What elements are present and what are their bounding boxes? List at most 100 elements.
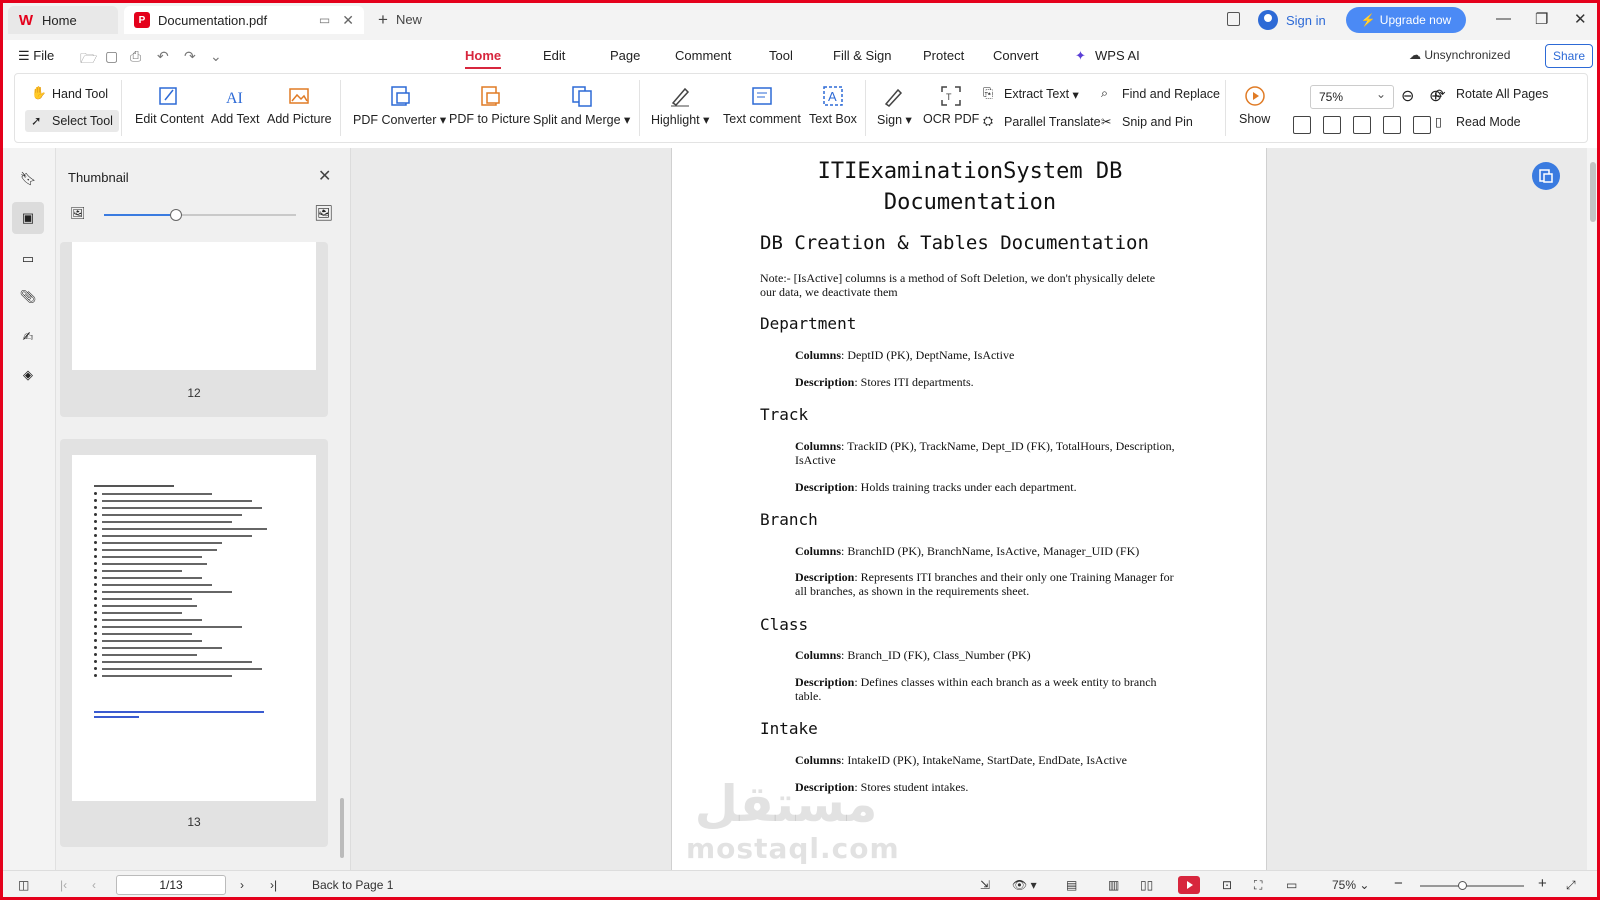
- panel-scrollbar[interactable]: [340, 798, 344, 858]
- full-screen-icon[interactable]: ▭: [1286, 878, 1297, 892]
- pdf-converter-button[interactable]: PDF Converter ▾: [353, 84, 446, 127]
- tab-convert[interactable]: Convert: [993, 48, 1039, 63]
- document-tab[interactable]: P Documentation.pdf ▭ ✕: [124, 6, 364, 34]
- print-icon[interactable]: ⎙: [130, 48, 141, 65]
- layers-icon[interactable]: ◈: [17, 364, 39, 386]
- thumbnail-page-12[interactable]: 12: [60, 242, 328, 417]
- bookmark-icon[interactable]: 🔖︎: [17, 168, 39, 190]
- open-folder-icon[interactable]: 🗁: [80, 48, 97, 72]
- highlight-button[interactable]: Highlight ▾: [651, 84, 709, 127]
- expand-icon[interactable]: ⤢: [1566, 878, 1576, 893]
- layout-icon[interactable]: [1227, 12, 1240, 26]
- small-thumbnail-icon[interactable]: 🖼︎: [70, 206, 85, 220]
- extract-text-button[interactable]: ⎘ Extract Text ▾: [983, 86, 1079, 102]
- split-merge-button[interactable]: Split and Merge ▾: [533, 84, 630, 127]
- table-heading: Class: [760, 615, 809, 634]
- tab-edit[interactable]: Edit: [543, 48, 565, 63]
- floating-translate-icon[interactable]: [1532, 162, 1560, 190]
- continuous-page-icon[interactable]: ▥: [1108, 878, 1119, 892]
- restore-icon[interactable]: ❐: [1535, 10, 1548, 28]
- show-button[interactable]: Show: [1239, 84, 1270, 126]
- thumbnail-page-13[interactable]: 13: [60, 439, 328, 847]
- close-panel-icon[interactable]: ✕: [318, 166, 331, 186]
- signature-icon[interactable]: ✍︎: [17, 326, 39, 348]
- minimize-icon[interactable]: —: [1496, 10, 1511, 27]
- unsync-status[interactable]: ☁ Unsynchronized: [1409, 48, 1510, 62]
- single-page-icon[interactable]: ▤: [1066, 878, 1077, 892]
- add-text-button[interactable]: AI Add Text: [211, 84, 259, 126]
- save-icon[interactable]: ▢: [105, 48, 118, 65]
- parallel-translate-label: Parallel Translate: [1004, 115, 1101, 129]
- undo-icon[interactable]: ↶: [157, 48, 169, 65]
- slider-knob[interactable]: [170, 209, 182, 221]
- text-box-button[interactable]: A Text Box: [809, 84, 857, 126]
- preview-line: [94, 646, 222, 649]
- hand-tool-button[interactable]: ✋ Hand Tool: [31, 86, 108, 102]
- pdf-to-picture-button[interactable]: PDF to Picture: [449, 84, 530, 126]
- edit-content-button[interactable]: Edit Content: [135, 84, 204, 126]
- zoom-slider[interactable]: [1420, 881, 1524, 890]
- tab-fill-sign[interactable]: Fill & Sign: [833, 48, 892, 63]
- parallel-translate-button[interactable]: ⛭ Parallel Translate: [983, 114, 1101, 130]
- close-window-icon[interactable]: ✕: [1574, 10, 1587, 28]
- close-tab-icon[interactable]: ✕: [342, 12, 354, 29]
- first-page-icon[interactable]: |‹: [60, 878, 67, 892]
- zoom-select[interactable]: 75%: [1310, 85, 1394, 109]
- snip-pin-button[interactable]: ✂ Snip and Pin: [1101, 114, 1193, 130]
- toggle-sidebar-icon[interactable]: ◫: [18, 878, 29, 892]
- sign-button[interactable]: Sign ▾: [877, 84, 912, 127]
- window-mode-icon[interactable]: ▭: [319, 13, 330, 27]
- actual-size-icon[interactable]: [1293, 116, 1311, 134]
- status-zoom[interactable]: 75% ⌄: [1332, 878, 1369, 892]
- find-replace-button[interactable]: ⌕ Find and Replace: [1101, 86, 1220, 102]
- scrollbar-thumb[interactable]: [1590, 162, 1596, 222]
- fit-width-status-icon[interactable]: ⊡: [1222, 878, 1232, 892]
- tab-page[interactable]: Page: [610, 48, 640, 63]
- text-comment-button[interactable]: Text comment: [723, 84, 801, 126]
- tab-tool[interactable]: Tool: [769, 48, 793, 63]
- attachment-icon[interactable]: 📎︎: [17, 286, 39, 308]
- zoom-out-status-icon[interactable]: −: [1394, 875, 1403, 892]
- two-page-icon[interactable]: ▯▯: [1140, 878, 1153, 892]
- fit-width-icon[interactable]: [1353, 116, 1371, 134]
- back-to-page-link[interactable]: Back to Page 1: [312, 878, 393, 892]
- thumbnail-size-slider[interactable]: [104, 209, 296, 221]
- new-tab-button[interactable]: + New: [378, 10, 422, 30]
- more-chevron-icon[interactable]: ⌄: [210, 48, 222, 65]
- eye-protect-icon[interactable]: 👁︎ ▾: [1012, 878, 1037, 892]
- tab-wps-ai[interactable]: WPS AI: [1095, 48, 1140, 63]
- rotate-all-button[interactable]: ⟳ Rotate All Pages: [1435, 86, 1548, 102]
- large-thumbnail-icon[interactable]: 🖼︎: [314, 204, 333, 222]
- fit-page-icon[interactable]: [1323, 116, 1341, 134]
- tab-protect[interactable]: Protect: [923, 48, 964, 63]
- add-picture-button[interactable]: Add Picture: [267, 84, 332, 126]
- home-tab-label: Home: [42, 12, 77, 28]
- fit-page-status-icon[interactable]: ⛶: [1254, 878, 1262, 893]
- zoom-out-icon[interactable]: ⊖: [1401, 86, 1414, 106]
- page-number-input[interactable]: 1/13: [116, 875, 226, 895]
- zoom-slider-knob[interactable]: [1458, 881, 1467, 890]
- upgrade-button[interactable]: ⚡ Upgrade now: [1346, 7, 1466, 33]
- last-page-icon[interactable]: ›|: [270, 878, 277, 892]
- play-slideshow-icon[interactable]: [1178, 876, 1200, 894]
- rotate-right-icon[interactable]: [1413, 116, 1431, 134]
- file-menu[interactable]: ☰ File: [18, 48, 54, 64]
- home-tab[interactable]: W Home: [8, 6, 118, 34]
- export-icon[interactable]: ⇲: [980, 878, 990, 892]
- comment-icon[interactable]: ▭: [17, 248, 39, 270]
- ocr-pdf-button[interactable]: T OCR PDF: [923, 84, 979, 126]
- document-scrollbar[interactable]: [1587, 148, 1600, 870]
- next-page-icon[interactable]: ›: [240, 878, 244, 892]
- tab-comment[interactable]: Comment: [675, 48, 731, 63]
- select-tool-button[interactable]: ➚ Select Tool: [25, 110, 119, 132]
- columns-label: Columns: [795, 753, 842, 767]
- redo-icon[interactable]: ↷: [184, 48, 196, 65]
- zoom-in-status-icon[interactable]: +: [1538, 875, 1547, 892]
- read-mode-button[interactable]: ▯ Read Mode: [1435, 114, 1521, 130]
- thumbnail-icon[interactable]: ▣: [12, 202, 44, 234]
- tab-home[interactable]: Home: [465, 48, 502, 69]
- rotate-left-icon[interactable]: [1383, 116, 1401, 134]
- share-button[interactable]: Share: [1545, 44, 1593, 68]
- prev-page-icon[interactable]: ‹: [92, 878, 96, 892]
- sign-in-button[interactable]: Sign in: [1258, 7, 1326, 33]
